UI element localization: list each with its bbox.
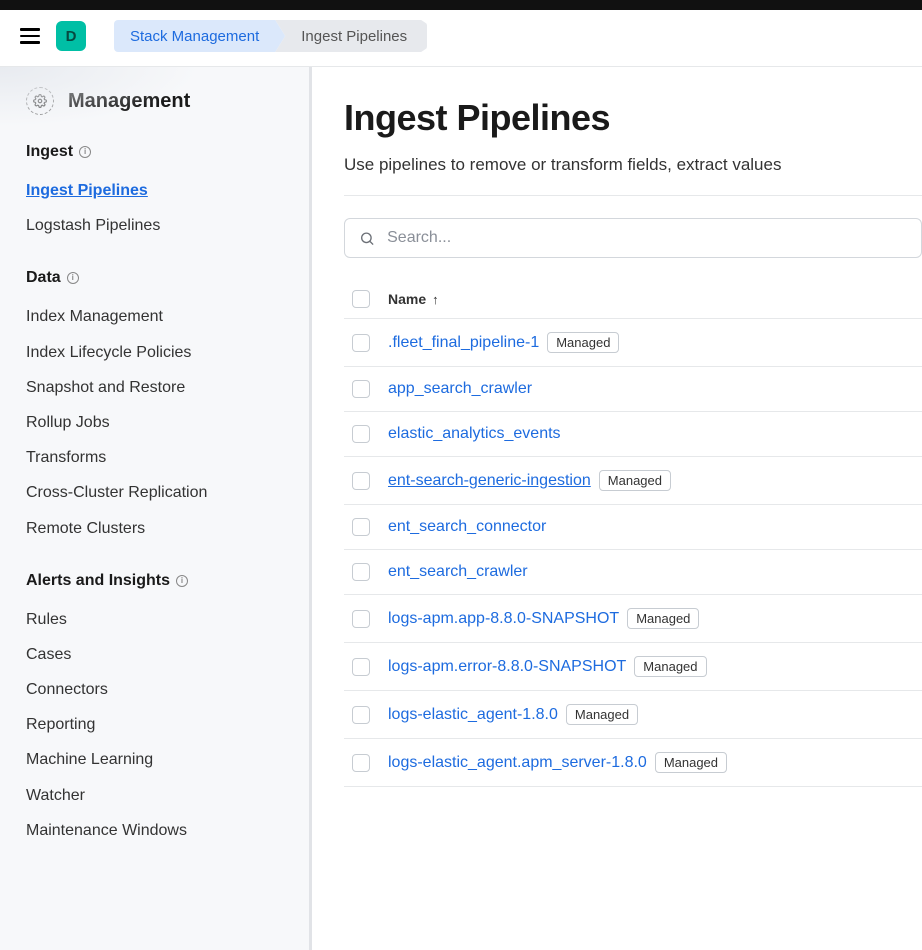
nav-section-heading: Alerts and Insights i bbox=[26, 572, 287, 590]
table-row: logs-elastic_agent.apm_server-1.8.0 Manag… bbox=[344, 739, 922, 787]
sidebar-item-remote-clusters[interactable]: Remote Clusters bbox=[26, 511, 287, 546]
page-title: Ingest Pipelines bbox=[344, 97, 922, 139]
pipeline-link[interactable]: elastic_analytics_events bbox=[388, 425, 561, 443]
pipeline-link[interactable]: .fleet_final_pipeline-1 bbox=[388, 334, 539, 352]
pipeline-link[interactable]: ent_search_connector bbox=[388, 518, 546, 536]
sidebar-item-index-management[interactable]: Index Management bbox=[26, 299, 287, 334]
sidebar-item-watcher[interactable]: Watcher bbox=[26, 778, 287, 813]
row-checkbox[interactable] bbox=[352, 706, 370, 724]
row-content: logs-elastic_agent-1.8.0 Managed bbox=[388, 704, 638, 725]
nav-section-heading: Ingesti bbox=[26, 143, 287, 161]
menu-toggle-button[interactable] bbox=[20, 24, 44, 48]
sidebar-item-machine-learning[interactable]: Machine Learning bbox=[26, 742, 287, 777]
sidebar-item-ingest-pipelines[interactable]: Ingest Pipelines bbox=[26, 173, 287, 208]
table-row: elastic_analytics_events bbox=[344, 412, 922, 457]
nav-heading-label: Alerts and Insights bbox=[26, 572, 170, 590]
managed-badge: Managed bbox=[599, 470, 671, 491]
search-box[interactable] bbox=[344, 218, 922, 258]
row-checkbox[interactable] bbox=[352, 472, 370, 490]
row-checkbox[interactable] bbox=[352, 658, 370, 676]
main-content: Ingest Pipelines Use pipelines to remove… bbox=[312, 67, 922, 950]
sidebar-item-maintenance-windows[interactable]: Maintenance Windows bbox=[26, 813, 287, 848]
row-checkbox[interactable] bbox=[352, 518, 370, 536]
breadcrumb-stack-management[interactable]: Stack Management bbox=[114, 20, 285, 52]
row-checkbox[interactable] bbox=[352, 563, 370, 581]
info-icon[interactable]: i bbox=[176, 575, 188, 587]
table-row: logs-elastic_agent-1.8.0 Managed bbox=[344, 691, 922, 739]
top-black-bar bbox=[0, 0, 922, 10]
select-all-checkbox[interactable] bbox=[352, 290, 370, 308]
row-content: app_search_crawler bbox=[388, 380, 532, 398]
table-row: logs-apm.app-8.8.0-SNAPSHOT Managed bbox=[344, 595, 922, 643]
managed-badge: Managed bbox=[634, 656, 706, 677]
sidebar-item-logstash-pipelines[interactable]: Logstash Pipelines bbox=[26, 208, 287, 243]
gear-icon bbox=[26, 87, 54, 115]
column-name-label: Name bbox=[388, 291, 426, 307]
managed-badge: Managed bbox=[547, 332, 619, 353]
sort-ascending-icon: ↑ bbox=[432, 292, 439, 307]
row-checkbox[interactable] bbox=[352, 380, 370, 398]
nav-heading-label: Data bbox=[26, 269, 61, 287]
sidebar-item-index-lifecycle-policies[interactable]: Index Lifecycle Policies bbox=[26, 335, 287, 370]
managed-badge: Managed bbox=[627, 608, 699, 629]
logo-letter: D bbox=[66, 28, 77, 45]
row-content: ent_search_crawler bbox=[388, 563, 528, 581]
table-row: ent-search-generic-ingestion Managed bbox=[344, 457, 922, 505]
sidebar-item-cases[interactable]: Cases bbox=[26, 637, 287, 672]
pipeline-link[interactable]: ent_search_crawler bbox=[388, 563, 528, 581]
row-content: elastic_analytics_events bbox=[388, 425, 561, 443]
pipeline-link[interactable]: logs-apm.error-8.8.0-SNAPSHOT bbox=[388, 658, 626, 676]
table-row: .fleet_final_pipeline-1 Managed bbox=[344, 319, 922, 367]
row-content: logs-apm.error-8.8.0-SNAPSHOT Managed bbox=[388, 656, 707, 677]
divider bbox=[344, 195, 922, 196]
nav-section-heading: Datai bbox=[26, 269, 287, 287]
row-checkbox[interactable] bbox=[352, 334, 370, 352]
pipeline-link[interactable]: ent-search-generic-ingestion bbox=[388, 472, 591, 490]
breadcrumb: Stack Management Ingest Pipelines bbox=[114, 20, 427, 52]
row-content: ent_search_connector bbox=[388, 518, 546, 536]
sidebar-item-connectors[interactable]: Connectors bbox=[26, 672, 287, 707]
table-row: logs-apm.error-8.8.0-SNAPSHOT Managed bbox=[344, 643, 922, 691]
row-content: ent-search-generic-ingestion Managed bbox=[388, 470, 671, 491]
sidebar-item-cross-cluster-replication[interactable]: Cross-Cluster Replication bbox=[26, 475, 287, 510]
sidebar-item-rules[interactable]: Rules bbox=[26, 602, 287, 637]
pipeline-link[interactable]: logs-apm.app-8.8.0-SNAPSHOT bbox=[388, 610, 619, 628]
breadcrumb-ingest-pipelines[interactable]: Ingest Pipelines bbox=[275, 20, 427, 52]
table-row: ent_search_connector bbox=[344, 505, 922, 550]
sidebar-item-transforms[interactable]: Transforms bbox=[26, 440, 287, 475]
sidebar-item-rollup-jobs[interactable]: Rollup Jobs bbox=[26, 405, 287, 440]
sidebar: Management IngestiIngest PipelinesLogsta… bbox=[0, 67, 312, 950]
row-content: logs-elastic_agent.apm_server-1.8.0 Manag… bbox=[388, 752, 727, 773]
info-icon[interactable]: i bbox=[79, 146, 91, 158]
app-logo-badge[interactable]: D bbox=[56, 21, 86, 51]
info-icon[interactable]: i bbox=[67, 272, 79, 284]
pipeline-link[interactable]: logs-elastic_agent-1.8.0 bbox=[388, 706, 558, 724]
pipeline-link[interactable]: logs-elastic_agent.apm_server-1.8.0 bbox=[388, 754, 647, 772]
sidebar-item-snapshot-and-restore[interactable]: Snapshot and Restore bbox=[26, 370, 287, 405]
pipeline-link[interactable]: app_search_crawler bbox=[388, 380, 532, 398]
sidebar-title: Management bbox=[68, 90, 190, 113]
table-row: ent_search_crawler bbox=[344, 550, 922, 595]
search-input[interactable] bbox=[387, 229, 907, 247]
row-checkbox[interactable] bbox=[352, 754, 370, 772]
row-checkbox[interactable] bbox=[352, 610, 370, 628]
managed-badge: Managed bbox=[655, 752, 727, 773]
app-header: D Stack Management Ingest Pipelines bbox=[0, 10, 922, 67]
page-description: Use pipelines to remove or transform fie… bbox=[344, 155, 922, 175]
nav-heading-label: Ingest bbox=[26, 143, 73, 161]
table-header: Name ↑ bbox=[344, 280, 922, 319]
sidebar-item-reporting[interactable]: Reporting bbox=[26, 707, 287, 742]
column-header-name[interactable]: Name ↑ bbox=[388, 291, 439, 307]
search-icon bbox=[359, 230, 375, 247]
row-checkbox[interactable] bbox=[352, 425, 370, 443]
table-row: app_search_crawler bbox=[344, 367, 922, 412]
managed-badge: Managed bbox=[566, 704, 638, 725]
row-content: logs-apm.app-8.8.0-SNAPSHOT Managed bbox=[388, 608, 699, 629]
row-content: .fleet_final_pipeline-1 Managed bbox=[388, 332, 619, 353]
